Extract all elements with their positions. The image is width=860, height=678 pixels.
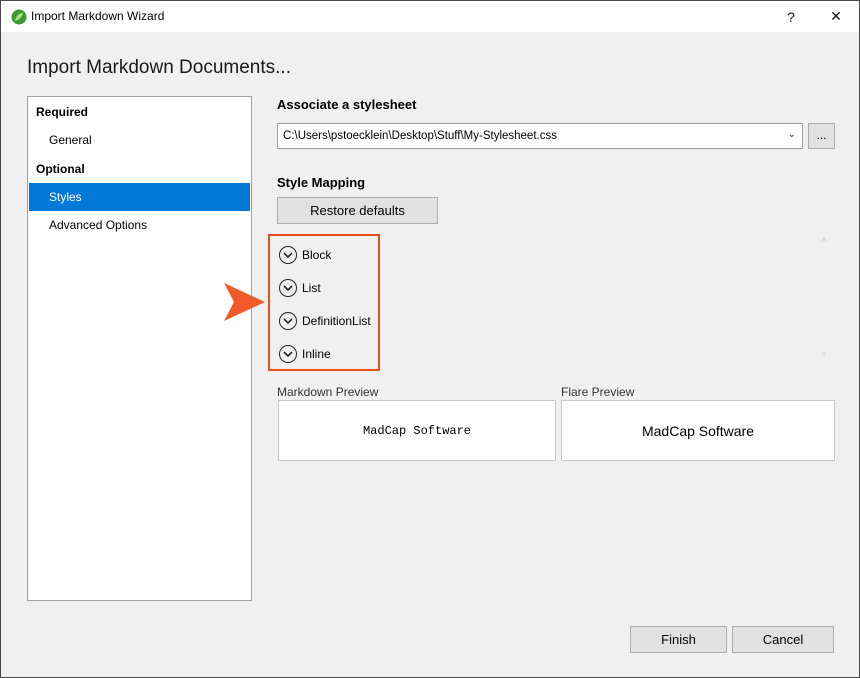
stylesheet-combo[interactable]: C:\Users\pstoecklein\Desktop\Stuff\My-St… — [277, 123, 803, 149]
wizard-nav: Required General Optional Styles Advance… — [27, 96, 252, 601]
page-title: Import Markdown Documents... — [27, 57, 291, 78]
chevron-down-icon: ⌄ — [787, 129, 796, 140]
arrow-pointer-icon — [224, 283, 265, 321]
markdown-preview-label: Markdown Preview — [277, 385, 379, 399]
flare-preview-box: MadCap Software — [561, 400, 835, 461]
title-bar: Import Markdown Wizard ? ✕ — [1, 1, 859, 32]
nav-group-optional: Optional — [36, 162, 85, 176]
mapping-item-label: Block — [302, 248, 332, 262]
nav-item-styles[interactable]: Styles — [29, 183, 250, 211]
wizard-window: Import Markdown Wizard ? ✕ Import Markdo… — [0, 0, 860, 678]
stylesheet-path-value: C:\Users\pstoecklein\Desktop\Stuff\My-St… — [283, 130, 557, 142]
nav-item-general[interactable]: General — [29, 126, 250, 154]
restore-defaults-button[interactable]: Restore defaults — [277, 197, 438, 224]
chevron-down-circle-icon — [279, 345, 297, 363]
markdown-preview-text: MadCap Software — [362, 423, 472, 438]
mapping-item-label: DefinitionList — [302, 314, 371, 328]
chevron-down-circle-icon — [279, 312, 297, 330]
mapping-item-inline[interactable]: Inline — [279, 344, 331, 364]
mapping-item-label: Inline — [302, 347, 331, 361]
mapping-item-label: List — [302, 281, 321, 295]
close-button[interactable]: ✕ — [813, 1, 859, 32]
mapping-item-list[interactable]: List — [279, 278, 321, 298]
stylesheet-section-label: Associate a stylesheet — [277, 97, 417, 112]
browse-button[interactable]: ... — [808, 123, 835, 149]
nav-group-required: Required — [36, 105, 89, 119]
finish-button[interactable]: Finish — [630, 626, 727, 653]
madcap-leaf-icon — [11, 9, 27, 25]
mapping-item-definitionlist[interactable]: DefinitionList — [279, 311, 371, 331]
cancel-button[interactable]: Cancel — [732, 626, 834, 653]
flare-preview-text: MadCap Software — [641, 422, 755, 439]
chevron-down-circle-icon — [279, 246, 297, 264]
scroll-down-icon[interactable]: ˅ — [821, 349, 827, 360]
help-button[interactable]: ? — [768, 1, 814, 32]
flare-preview-label: Flare Preview — [561, 385, 635, 399]
nav-item-advanced-options[interactable]: Advanced Options — [29, 211, 250, 239]
mapping-item-block[interactable]: Block — [279, 245, 331, 265]
window-title: Import Markdown Wizard — [31, 9, 165, 23]
scroll-up-icon[interactable]: ˄ — [821, 235, 827, 246]
markdown-preview-box: MadCap Software — [278, 400, 556, 461]
chevron-down-circle-icon — [279, 279, 297, 297]
style-mapping-label: Style Mapping — [277, 175, 366, 190]
